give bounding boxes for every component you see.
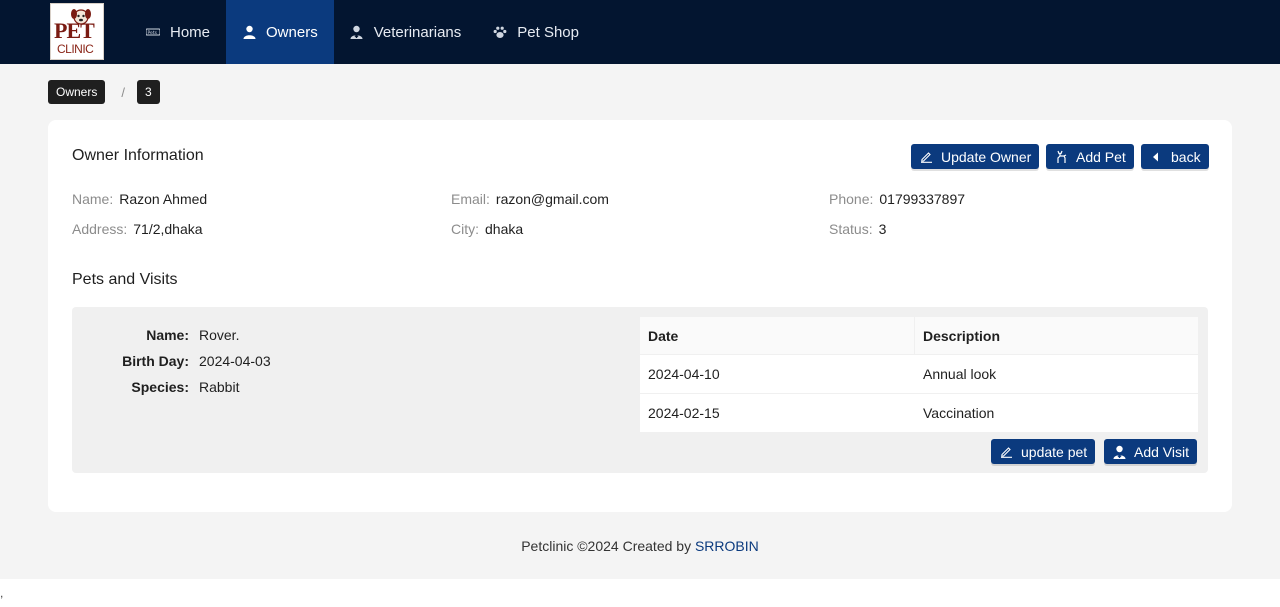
update-pet-button[interactable]: update pet [991, 439, 1096, 464]
owner-name-field: Name: Razon Ahmed [72, 191, 207, 207]
owner-city-field: City: dhaka [451, 221, 523, 237]
visit-description-cell: Annual look [923, 366, 997, 382]
logo-text-pet: PET [54, 18, 95, 43]
owner-address-label: Address: [72, 221, 128, 237]
pet-name-row: Name: Rover. [72, 327, 239, 343]
caret-left-icon [1149, 150, 1163, 164]
footer: Petclinic ©2024 Created by SRROBIN [0, 538, 1280, 554]
doctor-icon [350, 25, 364, 39]
owner-city-value: dhaka [485, 221, 524, 237]
logo-text-clinic: CLINIC [57, 42, 94, 56]
nav-item-home[interactable]: Pets Home [130, 0, 226, 64]
pet-clinic-logo[interactable]: PET CLINIC [50, 3, 104, 60]
pets-and-visits-title: Pets and Visits [72, 271, 178, 288]
pet-panel: Name: Rover. Birth Day: 2024-04-03 Speci… [72, 307, 1208, 473]
owner-name-value: Razon Ahmed [119, 191, 208, 207]
update-owner-label: Update Owner [941, 148, 1032, 165]
edit-icon [919, 150, 933, 164]
nav-item-veterinarians[interactable]: Veterinarians [334, 0, 478, 64]
pet-species-value: Rabbit [199, 379, 240, 395]
visit-description-cell: Vaccination [923, 405, 995, 421]
owner-phone-label: Phone: [829, 191, 874, 207]
back-label: back [1171, 148, 1201, 165]
visit-date-cell: 2024-02-15 [648, 405, 720, 421]
main-content: Owners / 3 Owner Information Update Owne… [0, 64, 1280, 579]
owner-phone-value: 01799337897 [879, 191, 966, 207]
add-visit-button[interactable]: Add Visit [1104, 439, 1197, 464]
owner-city-label: City: [451, 221, 479, 237]
breadcrumb-owner-id[interactable]: 3 [136, 80, 160, 104]
deer-icon [1054, 150, 1068, 164]
nav-item-pet-shop[interactable]: Pet Shop [477, 0, 595, 64]
owner-email-label: Email: [451, 191, 490, 207]
nav-label-owners: Owners [266, 23, 318, 41]
column-header-description: Description [923, 327, 1001, 344]
back-button[interactable]: back [1141, 144, 1209, 169]
owner-address-field: Address: 71/2,dhaka [72, 221, 203, 237]
doctor-icon [1112, 445, 1126, 459]
visits-table: Date Description 2024-04-10 Annual look … [640, 317, 1198, 433]
footer-author-link[interactable]: SRROBIN [695, 538, 759, 554]
owner-email-value: razon@gmail.com [495, 191, 609, 207]
top-navbar: PET CLINIC Pets Home Owners Veterinarian… [0, 0, 1280, 64]
pet-name-value: Rover. [199, 327, 240, 343]
table-row: 2024-04-10 Annual look [640, 355, 1198, 394]
table-row: 2024-02-15 Vaccination [640, 394, 1198, 433]
owner-status-label: Status: [829, 221, 873, 237]
owner-status-value: 3 [878, 221, 887, 237]
nav-item-owners[interactable]: Owners [226, 0, 334, 64]
owner-status-field: Status: 3 [829, 221, 886, 237]
breadcrumb-owners[interactable]: Owners [48, 80, 106, 104]
add-pet-label: Add Pet [1076, 148, 1126, 165]
stray-character: , [0, 586, 4, 600]
breadcrumb: Owners / 3 [48, 80, 160, 104]
owner-email-field: Email: razon@gmail.com [451, 191, 609, 207]
owner-address-value: 71/2,dhaka [133, 221, 203, 237]
nav-label-pet-shop: Pet Shop [517, 23, 579, 41]
nav-label-veterinarians: Veterinarians [373, 23, 462, 41]
svg-text:Pets: Pets [148, 30, 158, 36]
pets-icon: Pets [146, 25, 160, 39]
user-icon [242, 25, 256, 39]
nav-label-home: Home [170, 23, 211, 41]
owner-phone-field: Phone: 01799337897 [829, 191, 965, 207]
visit-date-cell: 2024-04-10 [648, 366, 720, 382]
footer-text: Petclinic ©2024 Created by [521, 538, 695, 554]
pet-species-row: Species: Rabbit [72, 379, 239, 395]
owner-information-title: Owner Information [72, 147, 204, 164]
add-pet-button[interactable]: Add Pet [1046, 144, 1134, 169]
add-visit-label: Add Visit [1134, 443, 1189, 460]
edit-icon [999, 445, 1013, 459]
visits-table-header: Date Description [640, 317, 1198, 355]
pet-birthday-row: Birth Day: 2024-04-03 [72, 353, 271, 369]
owner-name-label: Name: [72, 191, 114, 207]
pet-species-label: Species: [131, 379, 189, 395]
pet-birthday-label: Birth Day: [122, 353, 189, 369]
column-header-date: Date [640, 317, 915, 354]
pet-name-label: Name: [146, 327, 189, 343]
update-pet-label: update pet [1021, 443, 1088, 460]
owner-card: Owner Information Update Owner Add Pet b… [48, 120, 1232, 512]
paw-icon [493, 25, 507, 39]
update-owner-button[interactable]: Update Owner [911, 144, 1040, 169]
breadcrumb-separator: / [121, 84, 125, 100]
main-menu: Pets Home Owners Veterinarians Pet Shop [130, 0, 595, 64]
pet-birthday-value: 2024-04-03 [199, 353, 271, 369]
